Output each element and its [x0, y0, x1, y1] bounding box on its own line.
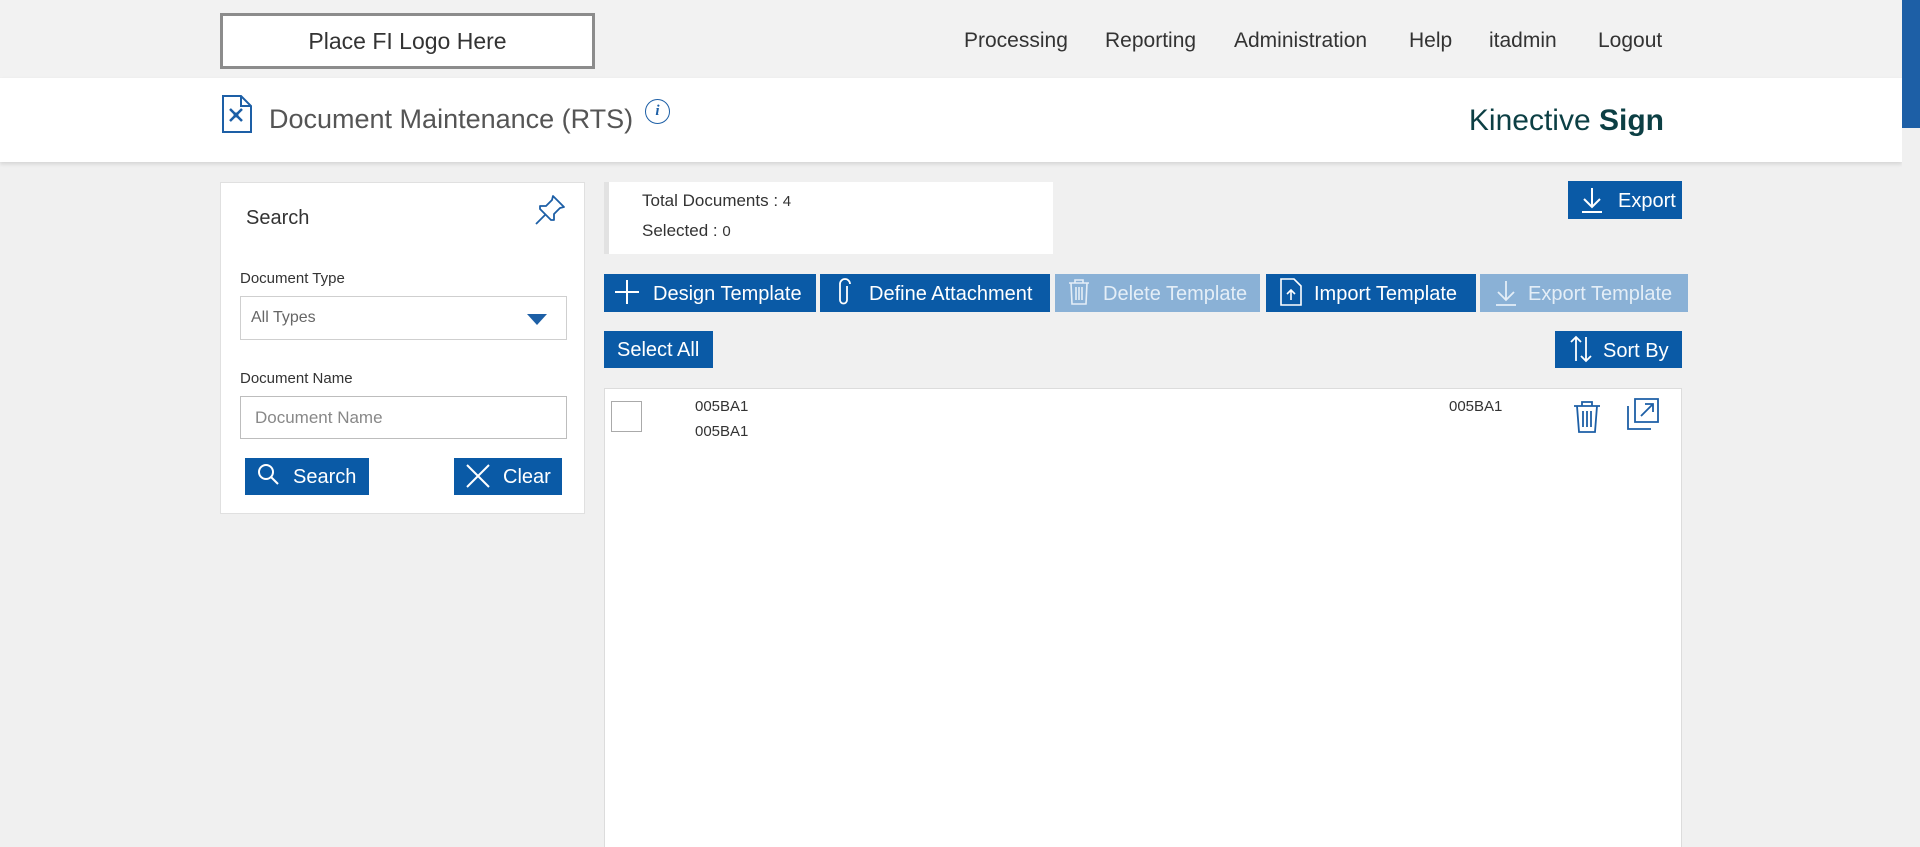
document-name-label: Document Name	[240, 370, 353, 387]
total-documents: Total Documents : 4	[642, 191, 792, 210]
design-template-label: Design Template	[653, 283, 802, 305]
import-template-label: Import Template	[1314, 283, 1458, 305]
design-template-button[interactable]: Design Template	[604, 274, 816, 312]
import-template-button[interactable]: Import Template	[1266, 274, 1476, 312]
selected-count: Selected : 0	[642, 221, 731, 240]
sort-icon	[1569, 335, 1593, 363]
sort-by-button[interactable]: Sort By	[1555, 331, 1682, 368]
nav-reporting[interactable]: Reporting	[1105, 29, 1196, 53]
document-settings-icon	[221, 94, 253, 134]
nav-administration[interactable]: Administration	[1234, 29, 1367, 53]
clear-button[interactable]: Clear	[454, 458, 562, 495]
top-navigation-bar: Place FI Logo Here Processing Reporting …	[0, 0, 1902, 78]
document-list: 005BA1 005BA1 005BA1	[604, 388, 1682, 847]
brand-logo: Kinective Sign	[1468, 104, 1664, 137]
page-title: Document Maintenance (RTS)	[269, 104, 634, 134]
search-panel: Search Document Type All Types Document …	[220, 182, 585, 514]
document-description: 005BA1	[695, 423, 749, 440]
pin-icon[interactable]	[533, 193, 567, 227]
row-checkbox[interactable]	[611, 401, 642, 432]
define-attachment-button[interactable]: Define Attachment	[820, 274, 1050, 312]
plus-icon	[614, 278, 640, 306]
delete-template-label: Delete Template	[1103, 283, 1248, 305]
page-header: Document Maintenance (RTS) i Kinective S…	[0, 78, 1902, 162]
download-icon	[1494, 279, 1518, 307]
download-icon	[1580, 186, 1604, 214]
export-button-label: Export	[1618, 190, 1676, 212]
close-icon	[465, 463, 491, 489]
sort-by-label: Sort By	[1603, 340, 1669, 362]
nav-processing[interactable]: Processing	[964, 29, 1068, 53]
document-type-value: All Types	[251, 309, 316, 326]
info-icon[interactable]: i	[645, 99, 670, 124]
document-summary: Total Documents : 4 Selected : 0	[604, 182, 1053, 254]
export-template-label: Export Template	[1528, 283, 1673, 305]
delete-template-button[interactable]: Delete Template	[1055, 274, 1260, 312]
document-type-label: Document Type	[240, 270, 345, 287]
document-name-input[interactable]	[240, 396, 567, 439]
nav-logout[interactable]: Logout	[1598, 29, 1662, 53]
search-button-label: Search	[293, 466, 357, 488]
search-button[interactable]: Search	[245, 458, 369, 495]
select-all-label: Select All	[617, 339, 700, 361]
file-upload-icon	[1279, 277, 1303, 307]
export-template-button[interactable]: Export Template	[1480, 274, 1688, 312]
export-button[interactable]: Export	[1568, 181, 1682, 219]
trash-icon[interactable]	[1572, 400, 1602, 434]
define-attachment-label: Define Attachment	[869, 283, 1033, 305]
chevron-down-icon	[527, 314, 547, 326]
institution-logo-placeholder: Place FI Logo Here	[220, 13, 595, 69]
clear-button-label: Clear	[503, 466, 551, 488]
document-type-select[interactable]: All Types	[240, 296, 567, 340]
search-panel-title: Search	[246, 207, 310, 229]
open-external-icon[interactable]	[1626, 397, 1660, 431]
select-all-button[interactable]: Select All	[604, 331, 713, 368]
nav-user-menu[interactable]: itadmin	[1489, 29, 1557, 53]
document-name: 005BA1	[695, 398, 749, 415]
trash-icon	[1067, 278, 1091, 306]
nav-help[interactable]: Help	[1409, 29, 1452, 53]
search-icon	[256, 463, 280, 487]
paperclip-icon	[836, 278, 852, 308]
document-type: 005BA1	[1449, 398, 1503, 415]
page-scrollbar-thumb[interactable]	[1902, 0, 1920, 128]
